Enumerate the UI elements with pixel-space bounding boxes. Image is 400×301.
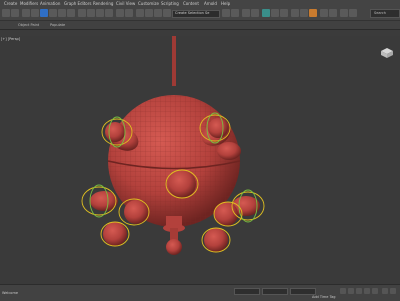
tab-populate[interactable]: Populate (50, 23, 65, 27)
schematic-view-icon[interactable] (271, 9, 279, 17)
unlink-icon[interactable] (31, 9, 39, 17)
status-prompt: Welcome (2, 291, 19, 295)
undo-icon[interactable] (2, 9, 10, 17)
rect-selection-icon[interactable] (58, 9, 66, 17)
search-box[interactable]: Search (370, 9, 400, 18)
move-icon[interactable] (78, 9, 86, 17)
material-editor-icon[interactable] (280, 9, 288, 17)
placement-icon[interactable] (105, 9, 113, 17)
menu-content[interactable]: Content (183, 1, 199, 6)
percent-snap-icon[interactable] (154, 9, 162, 17)
chain-rod (172, 36, 176, 86)
next-frame-icon[interactable] (364, 288, 370, 294)
search-label: Search (374, 11, 387, 15)
toggle-ribbon-icon[interactable] (251, 9, 259, 17)
menu-create[interactable]: Create (4, 1, 17, 6)
angle-snap-icon[interactable] (145, 9, 153, 17)
a360-icon[interactable] (329, 9, 337, 17)
scale-icon[interactable] (96, 9, 104, 17)
rendered-frame-icon[interactable] (300, 9, 308, 17)
z-coordinate-field[interactable] (290, 288, 316, 295)
go-to-end-icon[interactable] (372, 288, 378, 294)
orbit-icon[interactable] (390, 288, 396, 294)
go-to-start-icon[interactable] (340, 288, 346, 294)
menu-graph-editors[interactable]: Graph Editors (64, 1, 91, 6)
render-setup-icon[interactable] (291, 9, 299, 17)
selection-set-dropdown[interactable]: Create Selection Se (172, 10, 220, 18)
menu-modifiers[interactable]: Modifiers (20, 1, 38, 6)
previous-frame-icon[interactable] (348, 288, 354, 294)
y-coordinate-field[interactable] (262, 288, 288, 295)
zoom-extents-icon[interactable] (382, 288, 388, 294)
link-icon[interactable] (22, 9, 30, 17)
rotate-icon[interactable] (87, 9, 95, 17)
workspaces-icon[interactable] (349, 9, 357, 17)
mirror-icon[interactable] (222, 9, 230, 17)
spinner-snap-icon[interactable] (163, 9, 171, 17)
ribbon: Object Paint Populate (0, 21, 400, 30)
menu-help[interactable]: Help (221, 1, 230, 6)
sign-in-icon[interactable] (340, 9, 348, 17)
snap-icon[interactable] (136, 9, 144, 17)
x-coordinate-field[interactable] (234, 288, 260, 295)
menu-bar: Create Modifiers Animation Graph Editors… (0, 0, 400, 7)
select-by-name-icon[interactable] (49, 9, 57, 17)
menu-animation[interactable]: Animation (40, 1, 60, 6)
add-time-tag-button[interactable]: Add Time Tag (312, 295, 336, 299)
layer-explorer-icon[interactable] (242, 9, 250, 17)
selection-set-text: Create Selection Se (175, 11, 210, 15)
menu-civil-view[interactable]: Civil View (116, 1, 135, 6)
sea-mine-model[interactable] (0, 36, 400, 284)
render-cloud-icon[interactable] (320, 9, 328, 17)
play-icon[interactable] (356, 288, 362, 294)
reference-coord-icon[interactable] (116, 9, 124, 17)
render-icon[interactable] (309, 9, 317, 17)
menu-arnold[interactable]: Arnold (204, 1, 217, 6)
menu-scripting[interactable]: Scripting (161, 1, 179, 6)
menu-rendering[interactable]: Rendering (93, 1, 113, 6)
menu-customize[interactable]: Customize (138, 1, 159, 6)
redo-icon[interactable] (11, 9, 19, 17)
curve-editor-icon[interactable] (262, 9, 270, 17)
pivot-icon[interactable] (125, 9, 133, 17)
align-icon[interactable] (231, 9, 239, 17)
window-crossing-icon[interactable] (67, 9, 75, 17)
select-object-icon[interactable] (40, 9, 48, 17)
tab-object-paint[interactable]: Object Paint (18, 23, 39, 27)
